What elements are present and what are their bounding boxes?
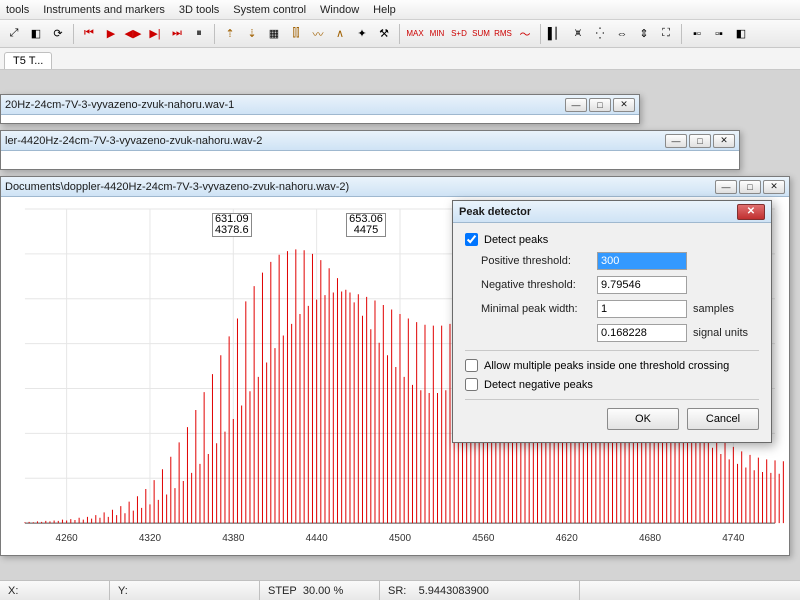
cancel-button[interactable]: Cancel [687,408,759,430]
peak-icon[interactable]: ∧ [330,24,350,44]
zoom-out-icon[interactable]: ⤢ [4,24,24,44]
maximize-icon[interactable]: □ [739,180,761,194]
marker-b-icon[interactable]: ⇣ [242,24,262,44]
zoom-rect-icon[interactable]: ◧ [26,24,46,44]
document-tabs: T5 T... [0,48,800,70]
play-icon[interactable]: ▶ [101,24,121,44]
negative-threshold-input[interactable] [597,276,687,294]
detect-negative-label: Detect negative peaks [484,379,593,391]
menu-system-control[interactable]: System control [233,4,306,16]
step-back-icon[interactable]: ◀▶ [123,24,143,44]
detect-negative-checkbox[interactable] [465,378,478,391]
positive-threshold-label: Positive threshold: [481,255,597,267]
chart-line-icon[interactable]: ⩙ [568,24,588,44]
menu-tools[interactable]: tools [6,4,29,16]
menu-instruments[interactable]: Instruments and markers [43,4,165,16]
svg-text:4620: 4620 [556,533,579,544]
window-title: 20Hz-24cm-7V-3-vyvazeno-zvuk-nahoru.wav-… [5,99,234,111]
status-bar: X: Y: STEP 30.00 % SR: 5.9443083900 [0,580,800,600]
menu-bar: tools Instruments and markers 3D tools S… [0,0,800,20]
minimize-icon[interactable]: — [565,98,587,112]
detect-peaks-label: Detect peaks [484,234,548,246]
svg-text:4560: 4560 [472,533,495,544]
detect-peaks-checkbox[interactable] [465,233,478,246]
expand-h-icon[interactable]: ⇔ [612,24,632,44]
layout-a-icon[interactable]: ▪▫ [687,24,707,44]
close-icon[interactable]: ✕ [763,180,785,194]
positive-threshold-input[interactable] [597,252,687,270]
allow-multiple-checkbox[interactable] [465,359,478,372]
min-peak-width-label: Minimal peak width: [481,303,597,315]
svg-text:4440: 4440 [306,533,329,544]
ok-button[interactable]: OK [607,408,679,430]
expand-v-icon[interactable]: ⇕ [634,24,654,44]
minimize-icon[interactable]: — [665,134,687,148]
toolbar: ⤢ ◧ ⟳ ⏮ ▶ ◀▶ ▶| ⏭ ⏸ ⇡ ⇣ ▦ ⫿⫿ 〰 ∧ ✦ ⚒ MAX… [0,20,800,48]
min-width-samples-input[interactable] [597,300,687,318]
min-width-units-input[interactable] [597,324,687,342]
status-x-label: X: [8,585,18,597]
negative-threshold-label: Negative threshold: [481,279,597,291]
close-icon[interactable]: ✕ [713,134,735,148]
menu-3d-tools[interactable]: 3D tools [179,4,219,16]
status-y-label: Y: [118,585,128,597]
stat-max-icon[interactable]: MAX [405,24,425,44]
mdi-window-2[interactable]: ler-4420Hz-24cm-7V-3-vyvazeno-zvuk-nahor… [0,130,740,170]
stat-min-icon[interactable]: MIN [427,24,447,44]
window-title: ler-4420Hz-24cm-7V-3-vyvazeno-zvuk-nahor… [5,135,262,147]
layout-c-icon[interactable]: ◧ [731,24,751,44]
peak-label-2: 653.064475 [346,213,386,237]
close-icon[interactable]: ✕ [613,98,635,112]
close-icon[interactable]: ✕ [737,204,765,220]
tab-document[interactable]: T5 T... [4,52,52,69]
svg-text:4740: 4740 [722,533,745,544]
menu-window[interactable]: Window [320,4,359,16]
workspace: 20Hz-24cm-7V-3-vyvazeno-zvuk-nahoru.wav-… [0,70,800,580]
pause-icon[interactable]: ⏸ [189,24,209,44]
grid-icon[interactable]: ▦ [264,24,284,44]
stat-std-icon[interactable]: S+D [449,24,469,44]
window-title: Documents\doppler-4420Hz-24cm-7V-3-vyvaz… [5,181,349,193]
maximize-icon[interactable]: □ [689,134,711,148]
svg-text:4320: 4320 [139,533,162,544]
refresh-icon[interactable]: ⟳ [48,24,68,44]
markers-icon[interactable]: ⫿⫿ [286,24,306,44]
layout-b-icon[interactable]: ▫▪ [709,24,729,44]
peak-detector-dialog[interactable]: Peak detector ✕ Detect peaks Positive th… [452,200,772,443]
marker-a-icon[interactable]: ⇡ [220,24,240,44]
status-step-value: 30.00 % [303,585,343,597]
stat-sum-icon[interactable]: SUM [471,24,491,44]
skip-first-icon[interactable]: ⏮ [79,24,99,44]
status-sr-value: 5.9443083900 [419,585,489,597]
curve-icon[interactable]: 〰 [308,24,328,44]
tools-icon[interactable]: ⚒ [374,24,394,44]
status-step-label: STEP [268,585,297,597]
fit-icon[interactable]: ⛶ [656,24,676,44]
signal-units-unit: signal units [693,327,748,339]
mdi-window-1[interactable]: 20Hz-24cm-7V-3-vyvazeno-zvuk-nahoru.wav-… [0,94,640,124]
peak-label-1: 631.094378.6 [212,213,252,237]
svg-text:4500: 4500 [389,533,412,544]
settings-icon[interactable]: ✦ [352,24,372,44]
svg-text:4380: 4380 [222,533,245,544]
skip-last-icon[interactable]: ⏭ [167,24,187,44]
svg-text:4680: 4680 [639,533,662,544]
status-sr-label: SR: [388,585,406,597]
chart-scatter-icon[interactable]: ⁛ [590,24,610,44]
stat-wave-icon[interactable]: 〜 [515,24,535,44]
svg-text:4260: 4260 [56,533,79,544]
dialog-title: Peak detector [459,206,531,218]
minimize-icon[interactable]: — [715,180,737,194]
allow-multiple-label: Allow multiple peaks inside one threshol… [484,360,729,372]
maximize-icon[interactable]: □ [589,98,611,112]
chart-bar-icon[interactable]: ▌▏ [546,24,566,44]
step-fwd-icon[interactable]: ▶| [145,24,165,44]
menu-help[interactable]: Help [373,4,396,16]
samples-unit: samples [693,303,734,315]
stat-rms-icon[interactable]: RMS [493,24,513,44]
